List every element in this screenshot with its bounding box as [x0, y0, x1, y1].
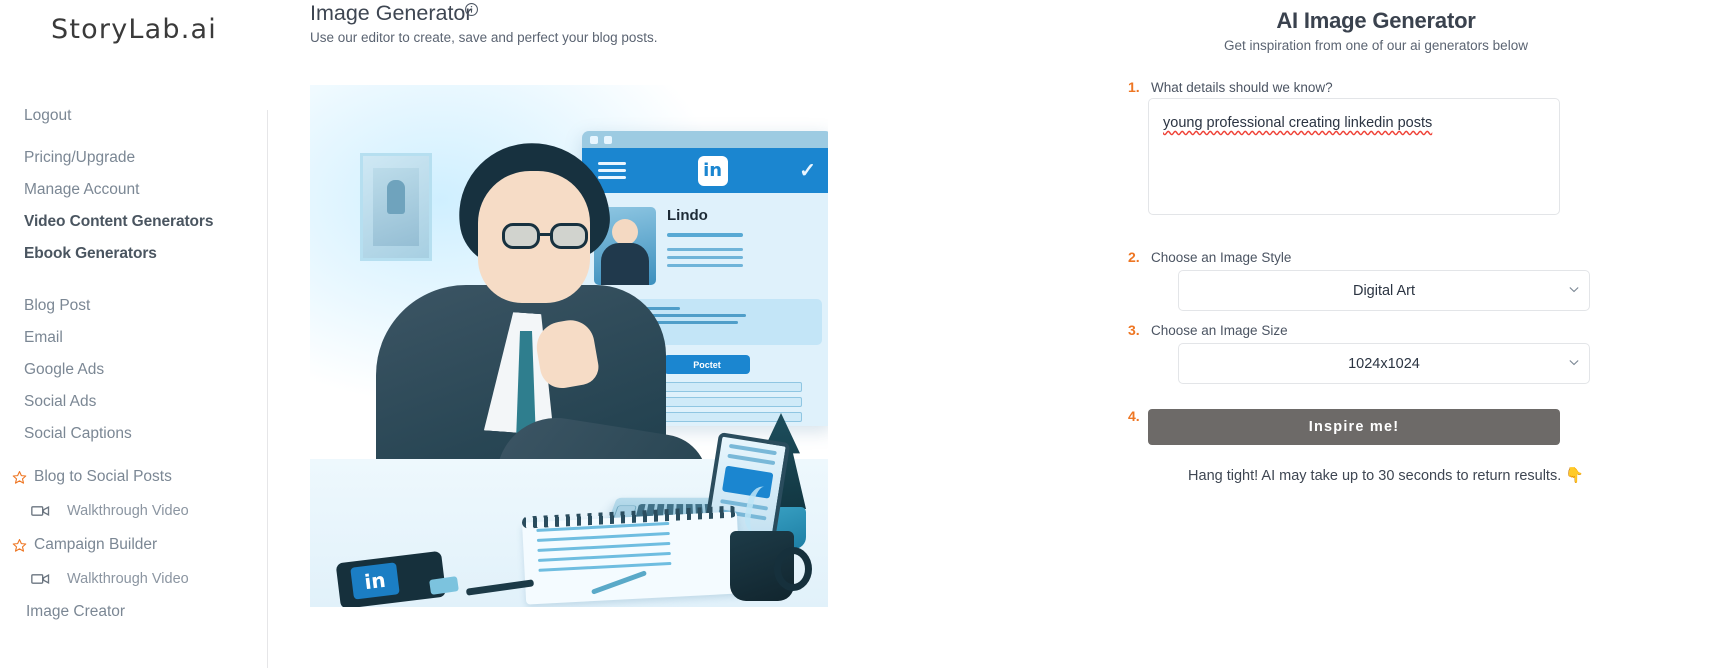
prompt-input[interactable]: young professional creating linkedin pos…	[1148, 98, 1560, 215]
sidebar-item-walkthrough-video-blog[interactable]: Walkthrough Video	[0, 494, 268, 528]
generator-title: AI Image Generator	[1276, 8, 1476, 33]
coffee-mug	[730, 531, 812, 601]
image-size-select[interactable]: 1024x1024	[1178, 343, 1590, 384]
profile-bio-lines	[667, 248, 743, 267]
star-icon	[12, 470, 27, 485]
center-panel: Image Generator Use our editor to create…	[268, 0, 1106, 668]
step-2-number: 2.	[1128, 249, 1140, 265]
profile-name: Lindo	[667, 207, 708, 224]
sidebar-item-logout[interactable]: Logout	[0, 100, 268, 132]
generator-form-panel: AI Image Generator Get inspiration from …	[1106, 0, 1732, 668]
sidebar-item-manage-account[interactable]: Manage Account	[0, 174, 268, 206]
sidebar-item-label: Walkthrough Video	[67, 503, 189, 519]
pointing-down-icon: 👇	[1565, 467, 1584, 484]
image-style-value: Digital Art	[1352, 282, 1416, 299]
sidebar-item-label: Walkthrough Video	[67, 571, 189, 587]
sidebar-item-video-content-generators[interactable]: Video Content Generators	[0, 206, 268, 238]
smartphone	[335, 550, 447, 607]
step-1-label: What details should we know?	[1151, 80, 1333, 95]
generated-image-preview[interactable]: in ✓ Lindo in P	[310, 85, 828, 607]
sidebar-item-walkthrough-video-campaign[interactable]: Walkthrough Video	[0, 562, 268, 596]
wall-picture-figure	[387, 179, 405, 214]
video-camera-icon	[31, 504, 51, 518]
step-4-number: 4.	[1128, 408, 1140, 424]
step-2-label: Choose an Image Style	[1151, 250, 1292, 265]
profile-handle-line	[667, 233, 743, 237]
sidebar-item-social-ads[interactable]: Social Ads	[0, 386, 268, 418]
sidebar-item-pricing-upgrade[interactable]: Pricing/Upgrade	[0, 142, 268, 174]
sidebar-item-blog-post[interactable]: Blog Post	[0, 290, 268, 322]
sidebar-item-google-ads[interactable]: Google Ads	[0, 354, 268, 386]
sidebar-item-email[interactable]: Email	[0, 322, 268, 354]
video-camera-icon	[31, 572, 51, 586]
sidebar-nav: Logout Pricing/Upgrade Manage Account Vi…	[0, 100, 268, 628]
star-icon	[12, 538, 27, 553]
chevron-down-icon	[1569, 359, 1579, 369]
inspire-me-button[interactable]: Inspire me!	[1148, 409, 1560, 445]
chevron-down-icon	[1569, 286, 1579, 296]
screen-cta-button: Poctet	[664, 355, 750, 374]
image-size-value: 1024x1024	[1348, 355, 1420, 372]
status-message: Hang tight! AI may take up to 30 seconds…	[1106, 466, 1666, 484]
profile-text: Lindo	[667, 207, 743, 285]
sidebar-item-label: Blog to Social Posts	[34, 468, 172, 485]
check-icon: ✓	[799, 160, 816, 182]
generator-subtitle: Get inspiration from one of our ai gener…	[1224, 38, 1528, 53]
page-title: Image Generator	[310, 1, 473, 25]
prompt-value: young professional creating linkedin pos…	[1163, 115, 1433, 131]
eraser	[429, 576, 459, 595]
linkedin-icon: in	[697, 155, 728, 186]
step-3-number: 3.	[1128, 322, 1140, 338]
glasses-icon	[502, 223, 594, 249]
sidebar-item-ebook-generators[interactable]: Ebook Generators	[0, 238, 268, 270]
sidebar-item-social-captions[interactable]: Social Captions	[0, 418, 268, 450]
notepad	[522, 511, 741, 605]
status-message-text: Hang tight! AI may take up to 30 seconds…	[1188, 468, 1562, 484]
pencil	[465, 579, 535, 596]
sidebar-item-image-creator[interactable]: Image Creator	[0, 596, 268, 628]
step-3-label: Choose an Image Size	[1151, 323, 1288, 338]
image-style-select[interactable]: Digital Art	[1178, 270, 1590, 311]
sidebar: StoryLab.ai Logout Pricing/Upgrade Manag…	[0, 0, 268, 668]
info-circle-icon[interactable]	[464, 2, 479, 17]
app-root: StoryLab.ai Logout Pricing/Upgrade Manag…	[0, 0, 1732, 668]
brand-logo[interactable]: StoryLab.ai	[0, 14, 268, 45]
sidebar-item-campaign-builder[interactable]: Campaign Builder	[0, 528, 268, 562]
page-subtitle: Use our editor to create, save and perfe…	[310, 30, 658, 45]
sidebar-item-label: Campaign Builder	[34, 536, 158, 553]
step-1-number: 1.	[1128, 79, 1140, 95]
sidebar-item-blog-to-social-posts[interactable]: Blog to Social Posts	[0, 460, 268, 494]
desk-surface	[310, 413, 828, 607]
illustration-canvas: in ✓ Lindo in P	[310, 85, 828, 607]
